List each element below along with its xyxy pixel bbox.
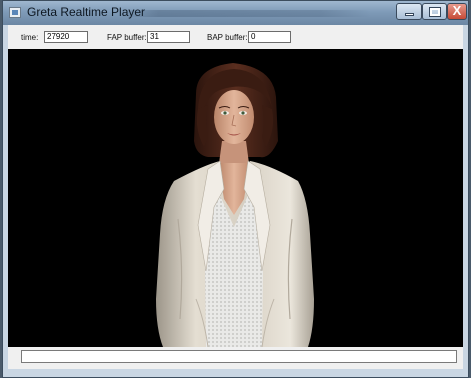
app-icon[interactable] <box>9 7 21 18</box>
fap-buffer-field[interactable]: 31 <box>147 31 190 43</box>
bap-buffer-field[interactable]: 0 <box>248 31 291 43</box>
title-bar-blur <box>121 10 371 17</box>
minimize-button[interactable] <box>396 3 422 20</box>
close-button[interactable]: X <box>447 3 467 20</box>
buffer-toolbar: time: 27920 FAP buffer: 31 BAP buffer: 0 <box>8 25 463 49</box>
status-bar <box>8 347 463 369</box>
time-field[interactable]: 27920 <box>44 31 88 43</box>
command-input[interactable] <box>21 350 457 363</box>
greta-avatar <box>156 63 314 347</box>
time-label: time: <box>21 33 39 42</box>
close-icon: X <box>452 3 462 18</box>
maximize-button[interactable] <box>422 3 447 20</box>
bap-buffer-label: BAP buffer: <box>207 33 248 42</box>
app-window: Greta Realtime Player X time: 27920 FAP … <box>2 0 469 378</box>
avatar-viewport[interactable] <box>8 49 463 347</box>
fap-buffer-label: FAP buffer: <box>107 33 147 42</box>
title-bar[interactable]: Greta Realtime Player X <box>3 1 468 25</box>
